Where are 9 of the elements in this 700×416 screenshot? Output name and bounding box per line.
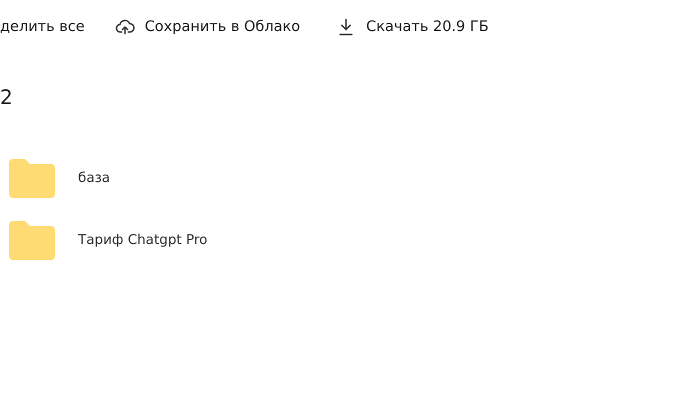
cloud-upload-icon <box>114 17 135 37</box>
toolbar-button[interactable]: делить все <box>0 19 85 35</box>
toolbar-button[interactable]: Скачать 20.9 ГБ <box>336 17 489 37</box>
page-heading: 2 <box>0 85 13 109</box>
toolbar-button[interactable]: Сохранить в Облако <box>114 17 300 37</box>
folder-icon <box>9 158 55 198</box>
folder-icon <box>9 220 55 260</box>
folder-name[interactable]: Тариф Chatgpt Pro <box>78 232 208 248</box>
folder-name[interactable]: база <box>78 170 110 186</box>
